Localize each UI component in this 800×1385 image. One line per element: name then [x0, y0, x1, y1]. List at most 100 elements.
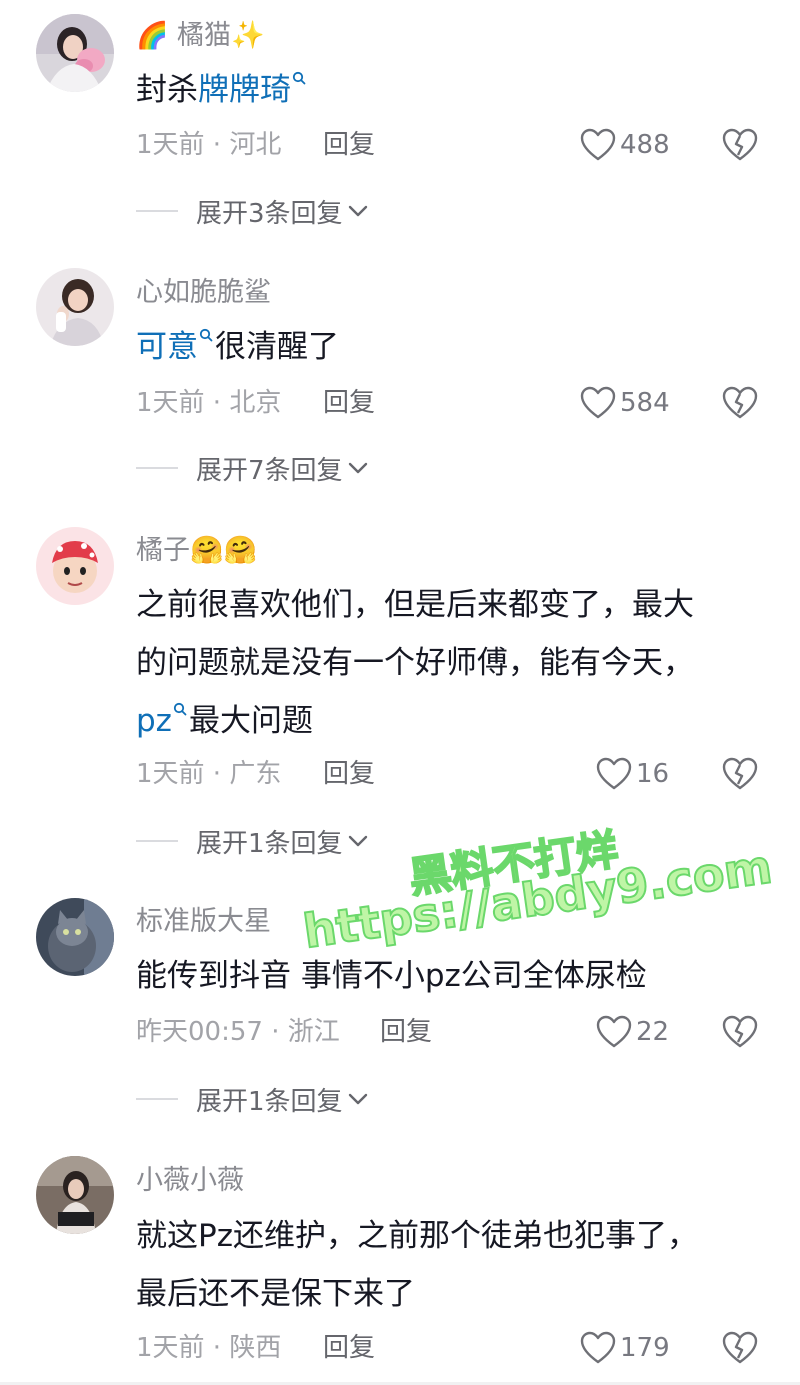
- comment-text-plain: 最大问题: [188, 703, 313, 739]
- comment-location: 广东: [229, 759, 282, 789]
- like-button[interactable]: 22: [596, 1014, 669, 1050]
- comment-meta: 1天前 · 广东: [136, 756, 281, 792]
- comment-time: 昨天00:57: [136, 1017, 263, 1047]
- comment-location: 北京: [229, 388, 282, 418]
- chevron-down-icon: [348, 835, 367, 847]
- comment-location: 浙江: [287, 1017, 340, 1047]
- comment-text-plain: 封杀: [136, 72, 198, 108]
- avatar[interactable]: [36, 898, 114, 976]
- comment-time: 1天前: [136, 130, 205, 160]
- hashtag-link-text[interactable]: 牌牌琦: [198, 72, 291, 108]
- like-count: 584: [620, 388, 670, 418]
- reply-button[interactable]: 回复: [323, 1330, 375, 1366]
- comment-meta: 1天前 · 河北: [136, 127, 281, 163]
- comment-text-line: 之前很喜欢他们，但是后来都变了，最大: [136, 587, 694, 623]
- username[interactable]: 小薇小薇: [136, 1163, 244, 1199]
- meta-separator: ·: [262, 1017, 288, 1047]
- divider: [136, 840, 178, 842]
- heart-outline-icon: [580, 128, 616, 161]
- divider: [136, 467, 178, 469]
- expand-replies-label: 展开1条回复: [196, 1086, 343, 1117]
- search-icon: [173, 702, 187, 716]
- comment-text: 之前很喜欢他们，但是后来都变了，最大 的问题就是没有一个好师傅，能有今天， pz…: [136, 576, 694, 750]
- expand-replies-label: 展开1条回复: [196, 828, 343, 859]
- username[interactable]: 橘子🤗🤗: [136, 533, 257, 569]
- comment-text: 封杀牌牌琦: [136, 61, 308, 119]
- avatar[interactable]: [36, 527, 114, 605]
- username-text: 橘猫: [176, 20, 231, 51]
- comment-location: 河北: [229, 130, 282, 160]
- heart-outline-icon: [596, 757, 632, 790]
- username[interactable]: 🌈 橘猫✨: [136, 18, 265, 54]
- broken-heart-icon[interactable]: [722, 1330, 758, 1366]
- hashtag-link[interactable]: 牌牌琦: [198, 71, 308, 108]
- divider: [136, 1098, 178, 1100]
- comment-meta: 1天前 · 陕西: [136, 1330, 281, 1366]
- broken-heart-icon[interactable]: [722, 385, 758, 421]
- like-button[interactable]: 16: [596, 756, 669, 792]
- comment-time: 1天前: [136, 388, 205, 418]
- heart-outline-icon: [580, 386, 616, 419]
- chevron-down-icon: [348, 1093, 367, 1105]
- avatar[interactable]: [36, 14, 114, 92]
- hashtag-link[interactable]: pz: [136, 702, 189, 739]
- search-icon: [292, 71, 306, 85]
- comment-text-plain: 很清醒了: [215, 329, 339, 365]
- meta-separator: ·: [204, 1333, 230, 1363]
- comment-text-line: 就这Pz还维护，之前那个徒弟也犯事了，: [136, 1218, 698, 1254]
- chevron-down-icon: [348, 205, 367, 217]
- like-button[interactable]: 584: [580, 385, 670, 421]
- reply-button[interactable]: 回复: [323, 385, 375, 421]
- like-count: 16: [636, 759, 670, 789]
- hashtag-link[interactable]: 可意: [136, 328, 215, 365]
- comment-text-line: pz 最大问题: [136, 692, 694, 750]
- avatar[interactable]: [36, 1156, 114, 1234]
- username[interactable]: 标准版大星: [136, 904, 271, 940]
- broken-heart-icon[interactable]: [722, 127, 758, 163]
- username[interactable]: 心如脆脆鲨: [136, 275, 271, 311]
- like-button[interactable]: 488: [580, 127, 670, 163]
- reply-button[interactable]: 回复: [323, 127, 375, 163]
- hug-emoji: 🤗🤗: [190, 535, 258, 566]
- comment-text: 能传到抖音 事情不小pz公司全体尿检: [136, 958, 647, 994]
- expand-replies-label: 展开7条回复: [196, 455, 343, 486]
- rainbow-emoji: 🌈: [136, 21, 169, 51]
- comment-time: 1天前: [136, 1333, 205, 1363]
- hashtag-link-text[interactable]: 可意: [136, 329, 198, 365]
- comment-time: 1天前: [136, 759, 205, 789]
- heart-outline-icon: [596, 1015, 632, 1048]
- chevron-down-icon: [348, 462, 367, 474]
- like-count: 488: [620, 130, 670, 160]
- reply-button[interactable]: 回复: [380, 1014, 432, 1050]
- divider: [136, 210, 178, 212]
- watermark-line2: https://abdy9.com: [299, 838, 776, 959]
- comment-text-line: 的问题就是没有一个好师傅，能有今天，: [136, 645, 694, 681]
- avatar[interactable]: [36, 268, 114, 346]
- broken-heart-icon[interactable]: [722, 1014, 758, 1050]
- heart-outline-icon: [580, 1331, 616, 1364]
- comment-location: 陕西: [229, 1333, 282, 1363]
- meta-separator: ·: [204, 388, 230, 418]
- sparkles-emoji: ✨: [230, 20, 265, 51]
- expand-replies-button[interactable]: 展开3条回复: [136, 193, 369, 229]
- watermark-line1: 黑料不打烊: [405, 824, 622, 904]
- comment-text: 可意 很清醒了: [136, 318, 339, 376]
- hashtag-link-text[interactable]: pz: [136, 703, 172, 739]
- meta-separator: ·: [204, 759, 230, 789]
- broken-heart-icon[interactable]: [722, 756, 758, 792]
- like-button[interactable]: 179: [580, 1330, 670, 1366]
- username-text: 橘子: [136, 535, 190, 566]
- comment-meta: 1天前 · 北京: [136, 385, 281, 421]
- expand-replies-button[interactable]: 展开1条回复: [136, 1081, 369, 1117]
- expand-replies-button[interactable]: 展开7条回复: [136, 450, 369, 486]
- comment-meta: 昨天00:57 · 浙江: [136, 1014, 340, 1050]
- expand-replies-button[interactable]: 展开1条回复: [136, 823, 369, 859]
- reply-button[interactable]: 回复: [323, 756, 375, 792]
- search-icon: [199, 328, 213, 342]
- comment-text-line: 最后还不是保下来了: [136, 1276, 415, 1312]
- like-count: 22: [636, 1017, 670, 1047]
- comment-text: 就这Pz还维护，之前那个徒弟也犯事了， 最后还不是保下来了: [136, 1207, 698, 1323]
- like-count: 179: [620, 1333, 670, 1363]
- expand-replies-label: 展开3条回复: [196, 198, 343, 229]
- meta-separator: ·: [204, 130, 230, 160]
